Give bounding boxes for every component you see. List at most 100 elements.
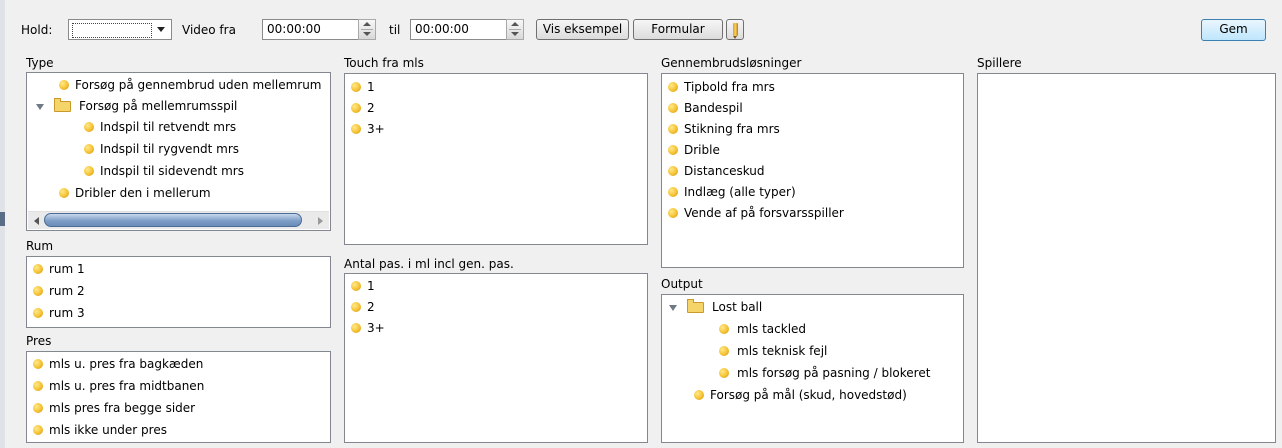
list-item[interactable]: Distanceskud	[662, 161, 963, 182]
item-label: rum 2	[49, 284, 85, 298]
list-item[interactable]: mls pres fra begge sider	[27, 398, 330, 419]
list-item[interactable]: mls tackled	[662, 319, 963, 340]
list-item[interactable]: Dribler den i mellerum	[27, 183, 330, 204]
gem-button[interactable]: Gem	[1201, 19, 1266, 41]
item-label: Bandespil	[684, 101, 743, 115]
list-item[interactable]: mls u. pres fra midtbanen	[27, 376, 330, 397]
item-label: Indspil til sidevendt mrs	[100, 164, 244, 178]
antal-list[interactable]: 1 2 3+	[344, 273, 648, 443]
spillere-section-title: Spillere	[977, 56, 1022, 70]
item-label: Distanceskud	[684, 164, 765, 178]
item-label: Drible	[684, 143, 720, 157]
rum-section-title: Rum	[26, 239, 54, 253]
pres-list[interactable]: mls u. pres fra bagkæden mls u. pres fra …	[26, 351, 331, 443]
item-label: 3+	[367, 122, 385, 136]
list-item[interactable]: rum 3	[27, 303, 330, 324]
bullet-icon	[351, 124, 361, 134]
bullet-icon	[668, 187, 678, 197]
item-label: Indspil til rygvendt mrs	[100, 142, 240, 156]
pencil-icon	[733, 23, 738, 39]
scroll-thumb[interactable]	[44, 213, 302, 227]
rum-list[interactable]: rum 1 rum 2 rum 3	[26, 256, 331, 328]
item-label: mls u. pres fra bagkæden	[49, 357, 204, 371]
touch-list[interactable]: 1 2 3+	[344, 73, 648, 245]
item-label: 1	[367, 80, 375, 94]
bullet-icon	[668, 103, 678, 113]
list-item[interactable]: mls forsøg på pasning / blokeret	[662, 363, 963, 384]
bullet-icon	[33, 403, 43, 413]
item-label: Indspil til retvendt mrs	[100, 120, 237, 134]
output-section-title: Output	[661, 277, 703, 291]
item-label: Forsøg på mellemrumsspil	[79, 99, 238, 113]
item-label: Lost ball	[712, 300, 763, 314]
item-label: mls u. pres fra midtbanen	[49, 379, 205, 393]
expand-triangle-icon[interactable]	[669, 305, 677, 311]
type-tree[interactable]: Forsøg på gennembrud uden mellemrum Forsø…	[26, 72, 331, 231]
left-edge-strip	[0, 0, 5, 448]
spin-up-icon[interactable]	[363, 22, 371, 26]
list-item[interactable]: mls teknisk fejl	[662, 341, 963, 362]
spin-down-icon[interactable]	[511, 32, 519, 36]
spillere-list[interactable]	[977, 73, 1276, 443]
list-item[interactable]: 1	[345, 276, 647, 297]
spin-up-icon[interactable]	[511, 22, 519, 26]
scroll-right-icon[interactable]	[318, 217, 323, 225]
list-item[interactable]: Forsøg på mål (skud, hovedstød)	[662, 385, 963, 406]
bullet-icon	[351, 302, 361, 312]
list-item[interactable]: rum 1	[27, 259, 330, 280]
hold-selection	[72, 23, 152, 38]
list-item[interactable]: Tipbold fra mrs	[662, 77, 963, 98]
list-item[interactable]: rum 2	[27, 281, 330, 302]
bullet-icon	[33, 425, 43, 435]
bullet-icon	[694, 390, 704, 400]
item-label: Stikning fra mrs	[684, 122, 780, 136]
item-label: Forsøg på gennembrud uden mellemrum	[75, 78, 322, 92]
expand-triangle-icon[interactable]	[36, 104, 44, 110]
gennembrud-list[interactable]: Tipbold fra mrs Bandespil Stikning fra mrs…	[661, 73, 964, 268]
tree-folder-item[interactable]: Lost ball	[662, 297, 963, 318]
list-item[interactable]: Vende af på forsvarsspiller	[662, 203, 963, 224]
list-item[interactable]: mls u. pres fra bagkæden	[27, 354, 330, 375]
list-item[interactable]: Indlæg (alle typer)	[662, 182, 963, 203]
list-item[interactable]: Forsøg på gennembrud uden mellemrum	[27, 75, 330, 96]
list-item[interactable]: Drible	[662, 140, 963, 161]
bullet-icon	[668, 124, 678, 134]
video-fra-spinner[interactable]	[358, 19, 376, 40]
vis-eksempel-button[interactable]: Vis eksempel	[536, 19, 629, 40]
bullet-icon	[668, 208, 678, 218]
list-item[interactable]: 1	[345, 77, 647, 98]
bullet-icon	[59, 80, 69, 90]
list-item[interactable]: 3+	[345, 119, 647, 140]
bullet-icon	[668, 82, 678, 92]
folder-icon	[687, 299, 704, 313]
list-item[interactable]: Stikning fra mrs	[662, 119, 963, 140]
list-item[interactable]: 3+	[345, 318, 647, 339]
til-label: til	[389, 23, 401, 37]
scroll-left-icon[interactable]	[34, 217, 39, 225]
type-horizontal-scrollbar[interactable]	[28, 211, 329, 229]
item-label: 1	[367, 279, 375, 293]
list-item[interactable]: Indspil til rygvendt mrs	[27, 139, 330, 160]
hold-label: Hold:	[21, 23, 53, 37]
chevron-down-icon[interactable]	[157, 27, 165, 32]
item-label: rum 1	[49, 262, 85, 276]
list-item[interactable]: Bandespil	[662, 98, 963, 119]
til-spinner[interactable]	[506, 19, 524, 40]
formular-button[interactable]: Formular	[633, 19, 723, 40]
spin-down-icon[interactable]	[363, 32, 371, 36]
tree-folder-item[interactable]: Forsøg på mellemrumsspil	[27, 96, 330, 117]
list-item[interactable]: 2	[345, 297, 647, 318]
bullet-icon	[351, 82, 361, 92]
item-label: 2	[367, 300, 375, 314]
list-item[interactable]: Indspil til retvendt mrs	[27, 117, 330, 138]
output-tree[interactable]: Lost ball mls tackled mls teknisk fejl mls …	[661, 294, 964, 443]
folder-icon	[54, 98, 71, 112]
pres-section-title: Pres	[26, 334, 52, 348]
edit-button[interactable]	[726, 19, 744, 40]
bullet-icon	[84, 122, 94, 132]
list-item[interactable]: 2	[345, 98, 647, 119]
list-item[interactable]: Indspil til sidevendt mrs	[27, 161, 330, 182]
hold-combobox[interactable]	[68, 19, 172, 40]
list-item[interactable]: mls ikke under pres	[27, 420, 330, 441]
toolbar: Hold: Video fra 00:00:00 til 00:00:00 Vi…	[14, 0, 1282, 42]
